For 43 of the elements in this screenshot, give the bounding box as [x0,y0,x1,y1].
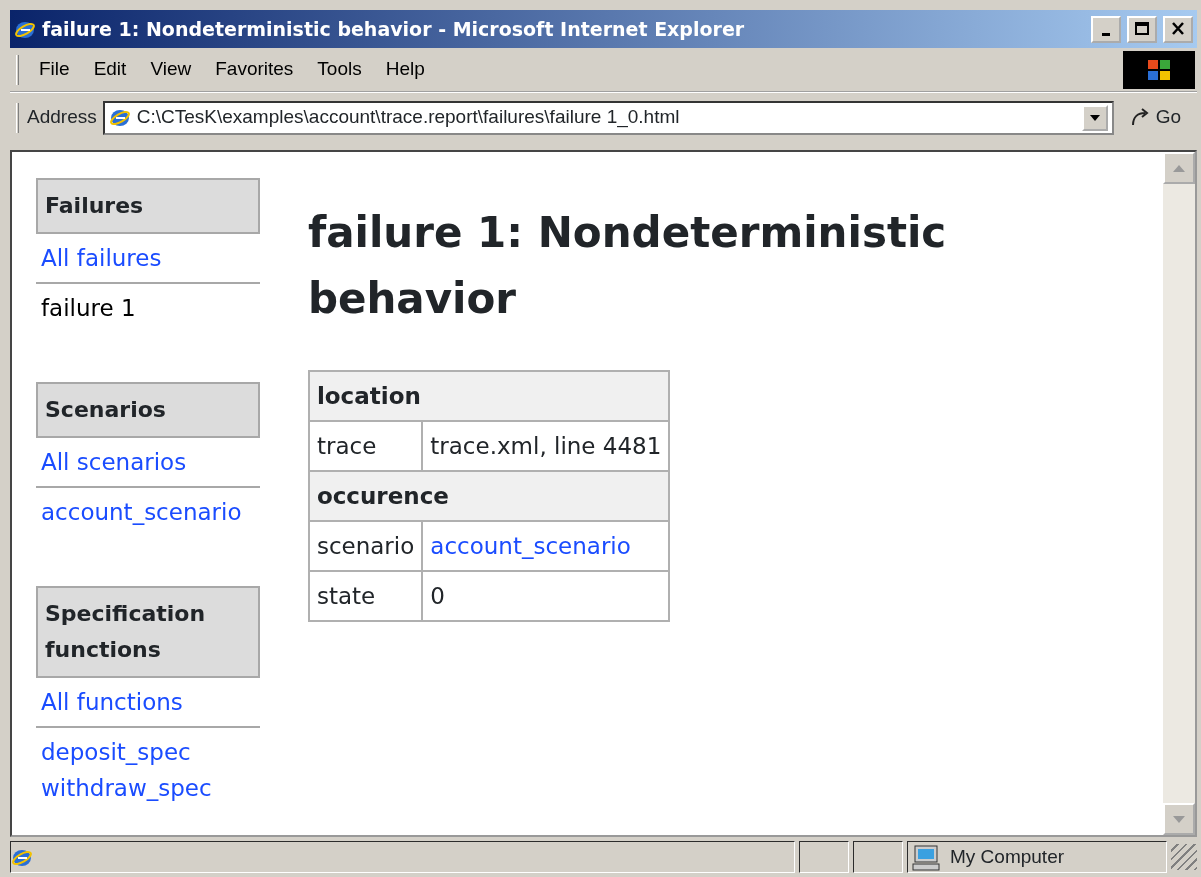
go-button[interactable]: Go [1113,103,1197,132]
address-label: Address [27,105,97,130]
section-heading: Specification functions [36,586,260,678]
scrollbar[interactable] [1163,152,1195,835]
section-row: location [308,371,670,421]
status-panel [799,841,849,873]
sidebar-link[interactable]: account_scenario [41,499,242,525]
address-text: C:\CTesK\examples\account\trace.report\failures\failure 1_0.html [136,105,681,130]
scroll-up-icon [1173,164,1185,172]
page-heading: failure 1: Nondeterministic behavior [307,207,948,325]
menu-item[interactable]: View [138,53,204,86]
maximize-button[interactable] [1127,15,1157,43]
scroll-down-icon [1173,815,1185,823]
minimize-icon [1102,32,1110,36]
windows-logo-icon [1123,50,1195,89]
sidebar-link[interactable]: withdraw_spec [41,775,212,801]
section-row: occurence [308,471,670,521]
maximize-icon [1133,20,1151,38]
sidebar-link[interactable]: deposit_spec [41,739,191,765]
minimize-button[interactable] [1091,15,1121,43]
table-cell: 0 [422,571,670,621]
resize-grip-icon [1171,844,1197,870]
dropdown-button[interactable] [1081,104,1108,131]
status-zone: My Computer [950,844,1065,869]
menu-item[interactable]: File [27,53,82,86]
table-cell: state [308,571,423,621]
close-button[interactable] [1163,15,1193,43]
sidebar-link[interactable]: All failures [41,245,162,271]
window-title: failure 1: Nondeterministic behavior - Microsoft Internet Explorer [42,16,746,42]
address-field[interactable]: C:\CTesK\examples\account\trace.report\failures\failure 1_0.html [102,100,1114,135]
table-cell: scenario [308,521,423,571]
section-heading: Failures [36,178,260,234]
section-heading: Scenarios [36,382,260,438]
menu-item[interactable]: Edit [81,53,139,86]
sidebar-item: failure 1 [41,295,136,321]
menu-item[interactable]: Help [373,53,437,86]
status-panel [853,841,903,873]
sidebar-link[interactable]: All functions [41,689,183,715]
caret-icon [1089,114,1100,121]
menu-item[interactable]: Favorites [203,53,306,86]
sidebar-link[interactable]: All scenarios [41,449,187,475]
menu-item[interactable]: Tools [305,53,374,86]
computer-icon [912,844,942,871]
